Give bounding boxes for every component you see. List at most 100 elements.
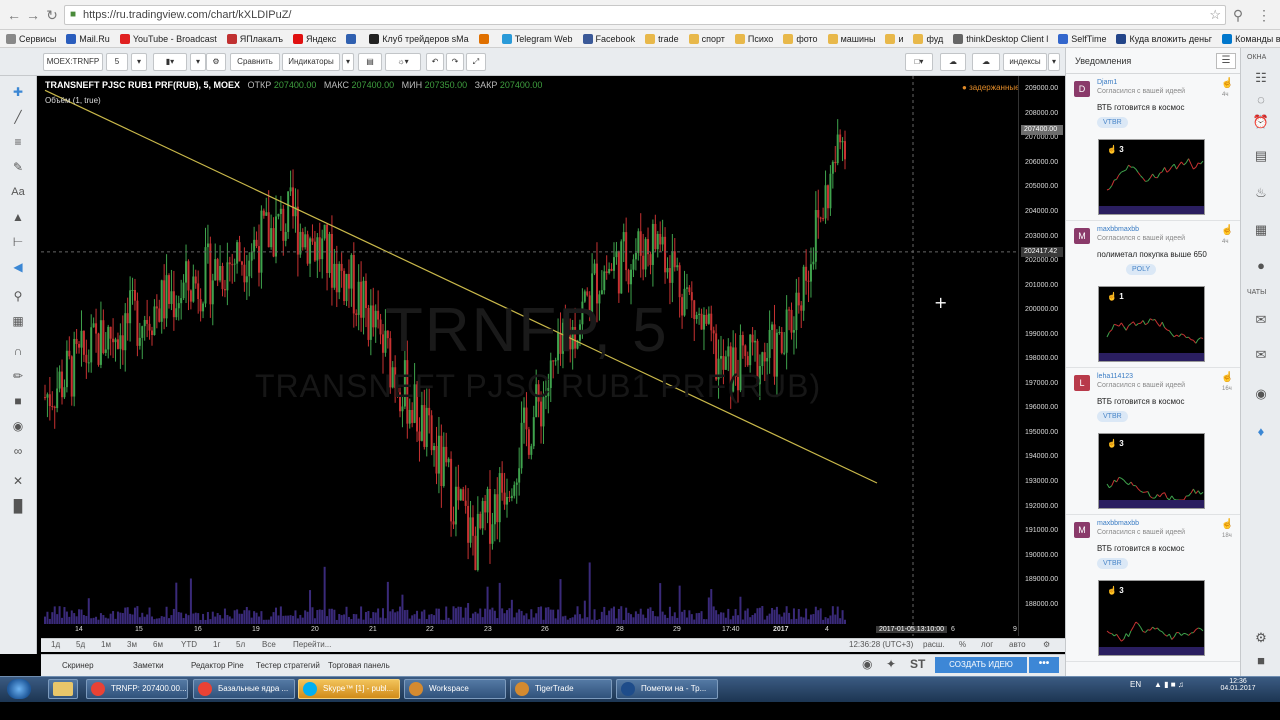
cloud-load-icon[interactable]: ☁ [972,53,1000,71]
menu-icon[interactable]: ⋮ [1256,7,1272,23]
bookmark-item[interactable]: машины [827,33,875,44]
fullscreen-icon[interactable]: ⤢ [466,53,486,71]
compare-button[interactable]: Сравнить [230,53,280,71]
notification-item[interactable]: Mmaxbbmaxbb Согласился с вашей идеей ВТБ г… [1066,516,1240,662]
range-button[interactable]: 5д [76,640,85,649]
bookmark-item[interactable]: Психо [734,33,773,44]
bottom-tab[interactable]: Тестер стратегий [256,661,320,670]
thumbs-up-icon[interactable]: ☝ [1221,372,1233,383]
bookmark-item[interactable]: спорт [688,33,725,44]
bookmark-item[interactable]: YouTube - Broadcast [119,33,217,44]
news-icon[interactable]: ◌ [1251,92,1271,108]
taskbar-task[interactable]: TRNFP: 207400.00... [86,679,188,699]
scale-button[interactable]: лог [981,640,993,649]
start-button[interactable] [7,679,31,699]
bookmark-item[interactable]: Facebook [582,33,635,44]
layout-icon[interactable]: □▾ [905,53,933,71]
indices-button[interactable]: индексы [1003,53,1047,71]
measure-icon[interactable]: ▦ [9,313,27,329]
bookmark-item[interactable]: trade [645,33,679,44]
taskbar-task[interactable]: Workspace [404,679,506,699]
create-idea-button[interactable]: СОЗДАТЬ ИДЕЮ [935,657,1027,673]
price-axis[interactable]: 209000.00 208000.00 207000.00 206000.00 2050… [1018,76,1064,636]
thumbs-up-icon[interactable]: ☝ [1221,225,1233,236]
range-button[interactable]: 3м [127,640,137,649]
ticker-tag[interactable]: VTBR [1097,117,1128,128]
text-icon[interactable]: Aa [9,184,27,200]
notification-user[interactable]: Djam1 [1097,79,1117,86]
bookmark-item[interactable]: фото [783,33,818,44]
bookmark-item[interactable]: и [885,33,903,44]
volume-legend[interactable]: Объём (1, true) [45,96,101,105]
taskbar-task[interactable]: Skype™ [1] - publ... [298,679,400,699]
fibonacci-icon[interactable]: ≡ [9,134,27,150]
taskbar-task[interactable]: TigerTrade [510,679,612,699]
twitter-icon[interactable]: ✦ [886,657,896,671]
bookmark-item[interactable] [478,33,492,44]
language-indicator[interactable]: EN [1130,680,1141,689]
interval-button[interactable]: 5 [106,53,128,71]
camera-icon[interactable]: ◉ [862,657,872,671]
notification-user[interactable]: maxbbmaxbb [1097,520,1139,527]
undo-icon[interactable]: ↶ [426,53,444,71]
bookmark-item[interactable]: Куда вложить деньг [1116,33,1212,44]
data-window-icon[interactable]: ▤ [1251,148,1271,164]
notification-idea-title[interactable]: ВТБ готовится в космос [1097,544,1212,553]
eye-icon[interactable]: ◉ [9,418,27,434]
bookmark-item[interactable]: SelfTime [1058,33,1106,44]
settings-icon[interactable]: ⚙ [206,53,226,71]
notifications-icon[interactable]: ♦ [1251,424,1271,440]
hotlist-icon[interactable]: ♨ [1251,185,1271,201]
idea-thumbnail[interactable]: ☝ 3 [1098,580,1205,656]
link-icon[interactable]: ∞ [9,443,27,459]
user-avatar[interactable]: L [1074,375,1090,391]
bottom-tab[interactable]: Скринер [62,661,94,670]
bookmark-item[interactable]: Яндекс [292,33,336,44]
user-avatar[interactable]: M [1074,228,1090,244]
range-button[interactable]: YTD [181,640,197,649]
pencil-lock-icon[interactable]: ✏ [9,368,27,384]
star-icon[interactable]: ☆ [1209,6,1221,24]
indicators-button[interactable]: Индикаторы [282,53,340,71]
range-button[interactable]: Все [262,640,276,649]
list-icon[interactable]: ☰ [1216,53,1236,69]
crosshair-icon[interactable]: ✚ [9,84,27,100]
ticker-tag[interactable]: VTBR [1097,411,1128,422]
notification-item[interactable]: Lleha114123 Согласился с вашей идеей ВТБ г… [1066,369,1240,515]
bookmark-item[interactable]: ЯПлакалъ [226,33,283,44]
taskbar-task[interactable]: Пометки на - Тр... [616,679,718,699]
alert-icon[interactable]: ☼▾ [385,53,421,71]
redo-icon[interactable]: ↷ [446,53,464,71]
indices-dropdown-icon[interactable]: ▾ [1048,53,1060,71]
zoom-icon[interactable]: ⚲ [9,288,27,304]
notification-item[interactable]: Mmaxbbmaxbb Согласился с вашей идеей полим… [1066,222,1240,368]
notification-user[interactable]: leha114123 [1097,373,1133,380]
ticker-tag[interactable]: POLY [1126,264,1157,275]
style-dropdown-icon[interactable]: ▾ [190,53,206,71]
forward-icon[interactable]: → [25,7,41,23]
streams-icon[interactable]: ◉ [1251,386,1271,402]
idea-thumbnail[interactable]: ☝ 3 [1098,433,1205,509]
lock-drawing-icon[interactable]: ■ [9,393,27,409]
pattern-icon[interactable]: ▲ [9,209,27,225]
time-axis[interactable]: 14 15 16 19 20 21 22 23 26 28 29 17:40 2017 4 6 9 2017-0… [41,626,1018,638]
chart-settings-icon[interactable]: ⚙ [1043,640,1050,649]
scale-button[interactable]: расш. [923,640,945,649]
user-avatar[interactable]: M [1074,522,1090,538]
ticker-tag[interactable]: VTBR [1097,558,1128,569]
notification-idea-title[interactable]: ВТБ готовится в космос [1097,103,1212,112]
bookmark-item[interactable]: thinkDesktop Client l [953,33,1048,44]
range-button[interactable]: 1д [51,640,60,649]
bookmark-item[interactable]: Клуб трейдеров sMa [369,33,469,44]
trash-icon[interactable]: █ [9,498,27,514]
scale-button[interactable]: авто [1009,640,1026,649]
bottom-tab[interactable]: Редактор Pine [191,661,244,670]
templates-icon[interactable]: ▤ [358,53,382,71]
idea-thumbnail[interactable]: ☝ 3 [1098,139,1205,215]
notification-idea-title[interactable]: ВТБ готовится в космос [1097,397,1212,406]
notification-user[interactable]: maxbbmaxbb [1097,226,1139,233]
brush-icon[interactable]: ✎ [9,159,27,175]
search-icon[interactable]: ⚲ [1230,7,1246,23]
help-icon[interactable]: ■ [1251,653,1271,669]
magnet-icon[interactable]: ∩ [9,343,27,359]
